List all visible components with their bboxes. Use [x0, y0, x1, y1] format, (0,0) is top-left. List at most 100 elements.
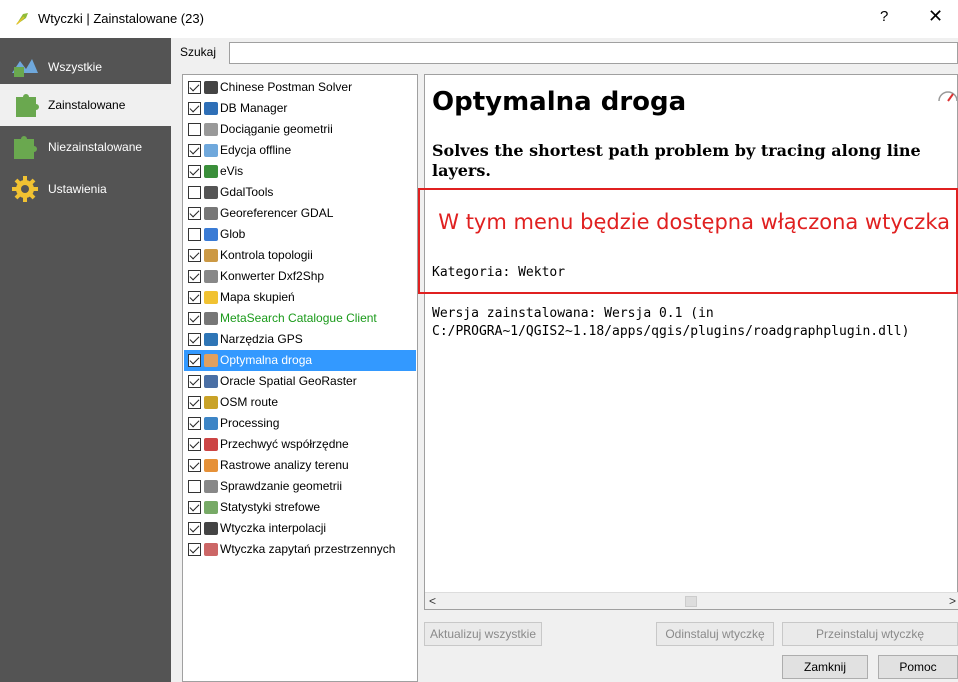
list-item[interactable]: Rastrowe analizy terenu: [184, 455, 416, 476]
interpolation-icon: [204, 522, 218, 535]
list-item[interactable]: Georeferencer GDAL: [184, 203, 416, 224]
plugin-checkbox[interactable]: [188, 228, 201, 241]
plugin-checkbox[interactable]: [188, 123, 201, 136]
horizontal-scrollbar[interactable]: < >: [425, 592, 958, 609]
window-title: Wtyczki | Zainstalowane (23): [38, 11, 204, 26]
spatial-query-icon: [204, 543, 218, 556]
all-plugins-icon: [12, 59, 38, 77]
list-item[interactable]: Optymalna droga: [184, 350, 416, 371]
plugin-name: eVis: [220, 164, 244, 178]
sidebar-item-label: Ustawienia: [48, 182, 107, 196]
georeferencer-icon: [204, 207, 218, 220]
oracle-icon: [204, 375, 218, 388]
plugin-name: Processing: [220, 416, 280, 430]
uninstall-plugin-button[interactable]: Odinstaluj wtyczkę: [656, 622, 774, 646]
sidebar: Wszystkie Zainstalowane Niezainstalowane: [0, 38, 171, 682]
sidebar-item-label: Zainstalowane: [48, 98, 126, 112]
plugin-checkbox[interactable]: [188, 396, 201, 409]
annotation-box: [418, 188, 958, 294]
plugin-checkbox[interactable]: [188, 333, 201, 346]
list-item[interactable]: Mapa skupień: [184, 287, 416, 308]
metasearch-icon: [204, 312, 218, 325]
plugin-name: Glob: [220, 227, 246, 241]
plugin-checkbox[interactable]: [188, 291, 201, 304]
plugin-checkbox[interactable]: [188, 501, 201, 514]
list-item[interactable]: Sprawdzanie geometrii: [184, 476, 416, 497]
list-item[interactable]: Processing: [184, 413, 416, 434]
list-item[interactable]: DB Manager: [184, 98, 416, 119]
scroll-right-icon[interactable]: >: [949, 594, 956, 608]
list-item[interactable]: Chinese Postman Solver: [184, 77, 416, 98]
plugins-dialog: Wtyczki | Zainstalowane (23) ? ✕ Wszystk…: [0, 0, 958, 682]
sidebar-item-all[interactable]: Wszystkie: [0, 46, 171, 88]
list-item[interactable]: Wtyczka interpolacji: [184, 518, 416, 539]
plugin-name: Przechwyć współrzędne: [220, 437, 349, 451]
plugin-name: Chinese Postman Solver: [220, 80, 353, 94]
qgis-icon: [16, 13, 28, 25]
list-item[interactable]: Przechwyć współrzędne: [184, 434, 416, 455]
list-item[interactable]: Konwerter Dxf2Shp: [184, 266, 416, 287]
list-item[interactable]: Kontrola topologii: [184, 245, 416, 266]
sidebar-item-settings[interactable]: Ustawienia: [0, 168, 171, 210]
help-title-button[interactable]: ?: [880, 8, 888, 25]
list-item[interactable]: Statystyki strefowe: [184, 497, 416, 518]
plugin-checkbox[interactable]: [188, 375, 201, 388]
plugin-checkbox[interactable]: [188, 522, 201, 535]
gps-icon: [204, 333, 218, 346]
topology-icon: [204, 249, 218, 262]
scroll-thumb[interactable]: [685, 596, 697, 607]
plugin-checkbox[interactable]: [188, 354, 201, 367]
update-all-button[interactable]: Aktualizuj wszystkie: [424, 622, 542, 646]
plugin-name: Mapa skupień: [220, 290, 295, 304]
road-graph-icon: [204, 354, 218, 367]
search-input[interactable]: [229, 42, 958, 64]
list-item[interactable]: MetaSearch Catalogue Client: [184, 308, 416, 329]
plugin-checkbox[interactable]: [188, 312, 201, 325]
plugin-checkbox[interactable]: [188, 438, 201, 451]
plugin-checkbox[interactable]: [188, 144, 201, 157]
plugin-name: Optymalna droga: [220, 353, 313, 367]
sidebar-item-not-installed[interactable]: Niezainstalowane: [0, 126, 171, 168]
plugin-checkbox[interactable]: [188, 249, 201, 262]
offline-edit-icon: [204, 144, 218, 157]
plugin-name: Kontrola topologii: [220, 248, 313, 262]
list-item[interactable]: Glob: [184, 224, 416, 245]
plugin-list[interactable]: Chinese Postman Solver DB Manager Dociągan…: [182, 74, 418, 682]
plugin-name: Dociąganie geometrii: [220, 122, 333, 136]
plugin-name: GdalTools: [220, 185, 274, 199]
plugin-checkbox[interactable]: [188, 165, 201, 178]
plugin-name: MetaSearch Catalogue Client: [220, 311, 377, 325]
terrain-icon: [204, 459, 218, 472]
plugin-checkbox[interactable]: [188, 207, 201, 220]
plugin-checkbox[interactable]: [188, 81, 201, 94]
reinstall-plugin-button[interactable]: Przeinstaluj wtyczkę: [782, 622, 958, 646]
plugin-checkbox[interactable]: [188, 417, 201, 430]
list-item[interactable]: GdalTools: [184, 182, 416, 203]
list-item[interactable]: OSM route: [184, 392, 416, 413]
plugin-checkbox[interactable]: [188, 186, 201, 199]
list-item[interactable]: Wtyczka zapytań przestrzennych: [184, 539, 416, 560]
list-item[interactable]: eVis: [184, 161, 416, 182]
help-button[interactable]: Pomoc: [878, 655, 958, 679]
plugin-version-info: Wersja zainstalowana: Wersja 0.1 (in C:/…: [432, 305, 909, 341]
close-button[interactable]: Zamknij: [782, 655, 868, 679]
installed-plugins-icon: [16, 94, 39, 117]
list-item[interactable]: Dociąganie geometrii: [184, 119, 416, 140]
list-item[interactable]: Edycja offline: [184, 140, 416, 161]
heatmap-icon: [204, 291, 218, 304]
plugin-checkbox[interactable]: [188, 102, 201, 115]
plugin-name: Wtyczka interpolacji: [220, 521, 327, 535]
title-bar: Wtyczki | Zainstalowane (23) ? ✕: [0, 0, 958, 38]
plugin-checkbox[interactable]: [188, 270, 201, 283]
close-window-button[interactable]: ✕: [928, 6, 943, 27]
list-item[interactable]: Oracle Spatial GeoRaster: [184, 371, 416, 392]
list-item[interactable]: Narzędzia GPS: [184, 329, 416, 350]
plugin-name: Georeferencer GDAL: [220, 206, 334, 220]
geometry-checker-icon: [204, 480, 218, 493]
sidebar-item-installed[interactable]: Zainstalowane: [0, 84, 171, 126]
plugin-checkbox[interactable]: [188, 543, 201, 556]
scroll-left-icon[interactable]: <: [429, 594, 436, 608]
plugin-name: Narzędzia GPS: [220, 332, 303, 346]
plugin-checkbox[interactable]: [188, 480, 201, 493]
plugin-checkbox[interactable]: [188, 459, 201, 472]
